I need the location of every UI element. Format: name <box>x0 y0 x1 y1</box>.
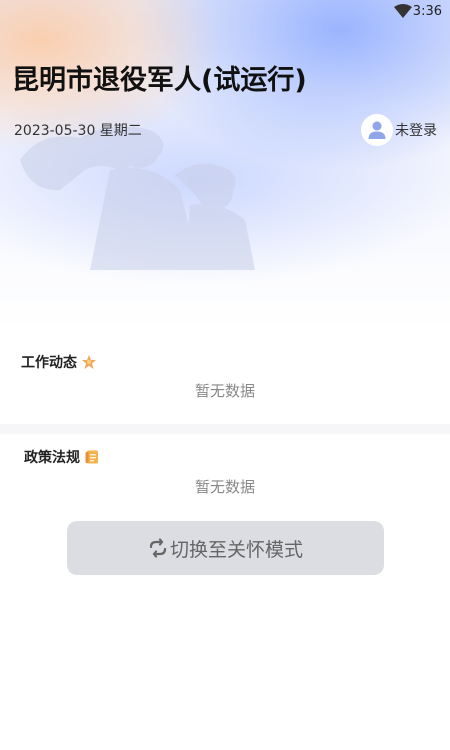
status-time: 3:36 <box>412 4 442 19</box>
section-divider <box>0 424 450 434</box>
document-icon <box>85 450 98 464</box>
empty-state-text: 暂无数据 <box>194 478 255 496</box>
wifi-icon <box>394 4 412 18</box>
status-bar: 3:36 <box>0 0 450 24</box>
section-title: 工作动态 <box>21 355 77 371</box>
section-work-news-header[interactable]: 工作动态 <box>21 352 97 372</box>
current-date: 2023-05-30 星期二 <box>14 123 142 139</box>
refresh-swap-icon <box>149 538 167 558</box>
page-title: 昆明市退役军人(试运行) <box>12 65 307 96</box>
user-avatar-icon[interactable] <box>361 114 393 146</box>
login-status-label[interactable]: 未登录 <box>395 120 437 140</box>
section-policy-header[interactable]: 政策法规 <box>24 447 100 467</box>
switch-care-mode-label[interactable]: 切换至关怀模式 <box>170 535 303 562</box>
header-background <box>0 0 450 330</box>
switch-care-mode-button[interactable]: 切换至关怀模式 <box>67 521 384 575</box>
login-entry[interactable]: 未登录 <box>361 113 437 147</box>
section-title: 政策法规 <box>24 450 80 466</box>
empty-state-text: 暂无数据 <box>194 382 255 400</box>
star-badge-icon <box>82 355 96 369</box>
